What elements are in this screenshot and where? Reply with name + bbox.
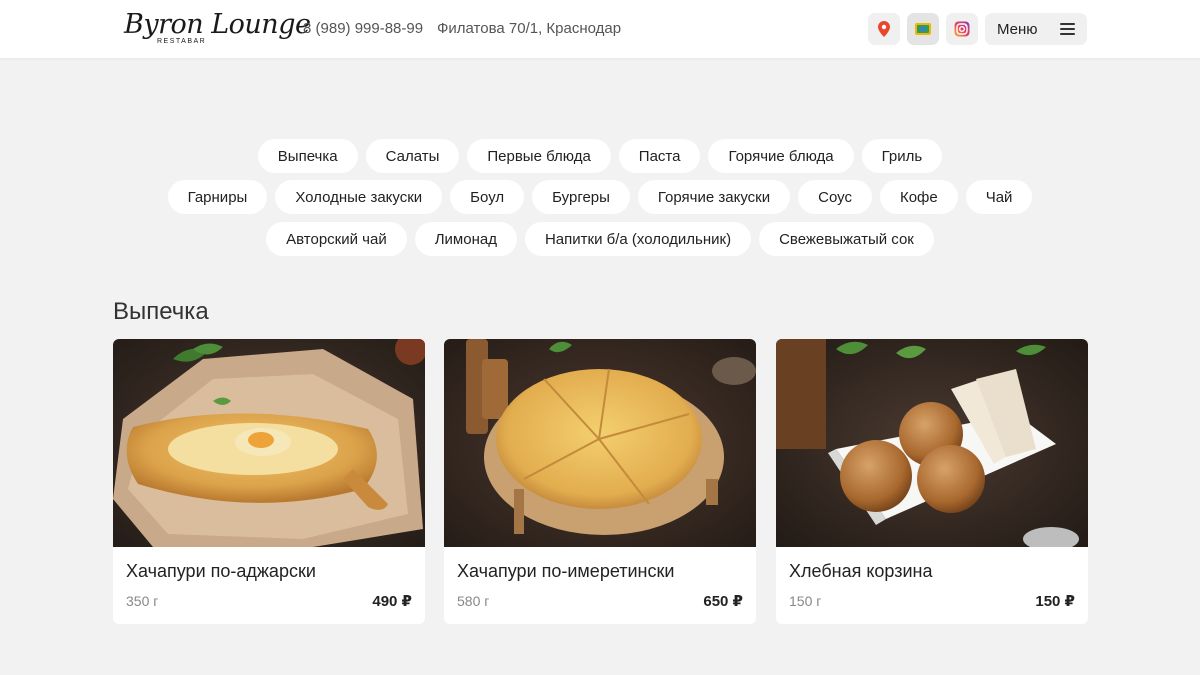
category-row-2: Гарниры Холодные закуски Боул Бургеры Го…	[0, 180, 1200, 214]
product-card[interactable]: Хачапури по-имеретински 580 г 650 ₽	[444, 339, 756, 624]
logo[interactable]: Byron Lounge RESTABAR	[124, 9, 311, 49]
category-chip[interactable]: Горячие закуски	[637, 180, 791, 214]
instagram-icon	[954, 21, 970, 37]
category-chip[interactable]: Гриль	[861, 139, 943, 173]
site-header: Byron Lounge RESTABAR 8 (989) 999-88-99 …	[0, 0, 1200, 58]
product-image	[776, 339, 1088, 547]
section-title: Выпечка	[113, 298, 209, 325]
map-button[interactable]	[868, 13, 900, 45]
product-weight: 150 г	[789, 593, 822, 609]
category-chip[interactable]: Выпечка	[257, 139, 358, 173]
category-chip[interactable]: Свежевыжатый сок	[759, 222, 934, 256]
product-image	[113, 339, 425, 547]
category-chip[interactable]: Боул	[450, 180, 525, 214]
product-weight: 350 г	[126, 593, 159, 609]
phone-link[interactable]: 8 (989) 999-88-99	[303, 20, 423, 37]
category-chip[interactable]: Напитки б/а (холодильник)	[524, 222, 752, 256]
gallery-button[interactable]	[907, 13, 939, 45]
category-chip[interactable]: Паста	[618, 139, 701, 173]
menu-button-label: Меню	[997, 20, 1038, 38]
category-chip[interactable]: Холодные закуски	[275, 180, 443, 214]
category-chip[interactable]: Лимонад	[414, 222, 517, 256]
product-card[interactable]: Хлебная корзина 150 г 150 ₽	[776, 339, 1088, 624]
category-chip[interactable]: Соус	[798, 180, 872, 214]
product-card[interactable]: Хачапури по-аджарски 350 г 490 ₽	[113, 339, 425, 624]
category-chip[interactable]: Чай	[965, 180, 1033, 214]
product-name: Хлебная корзина	[789, 561, 933, 581]
category-chip[interactable]: Кофе	[879, 180, 958, 214]
product-name: Хачапури по-аджарски	[126, 561, 316, 581]
category-chip[interactable]: Бургеры	[532, 180, 630, 214]
category-chip[interactable]: Авторский чай	[266, 222, 407, 256]
category-chip[interactable]: Горячие блюда	[708, 139, 854, 173]
product-image	[444, 339, 756, 547]
menu-button[interactable]: Меню	[985, 13, 1087, 45]
gallery-icon	[915, 23, 931, 35]
logo-subtitle: RESTABAR	[157, 38, 207, 45]
product-price: 150 ₽	[1035, 593, 1075, 610]
logo-script-text: Byron Lounge	[124, 9, 311, 40]
instagram-button[interactable]	[946, 13, 978, 45]
category-chip[interactable]: Первые блюда	[467, 139, 611, 173]
product-price: 490 ₽	[372, 593, 412, 610]
category-chip[interactable]: Гарниры	[167, 180, 268, 214]
category-row-3: Авторский чай Лимонад Напитки б/а (холод…	[0, 222, 1200, 256]
product-weight: 580 г	[457, 593, 490, 609]
product-price: 650 ₽	[703, 593, 743, 610]
hamburger-icon	[1060, 23, 1075, 35]
address-text: Филатова 70/1, Краснодар	[437, 20, 622, 37]
map-pin-icon	[878, 21, 890, 37]
category-chip[interactable]: Салаты	[365, 139, 460, 173]
product-name: Хачапури по-имеретински	[457, 561, 675, 581]
category-row-1: Выпечка Салаты Первые блюда Паста Горячи…	[0, 139, 1200, 173]
